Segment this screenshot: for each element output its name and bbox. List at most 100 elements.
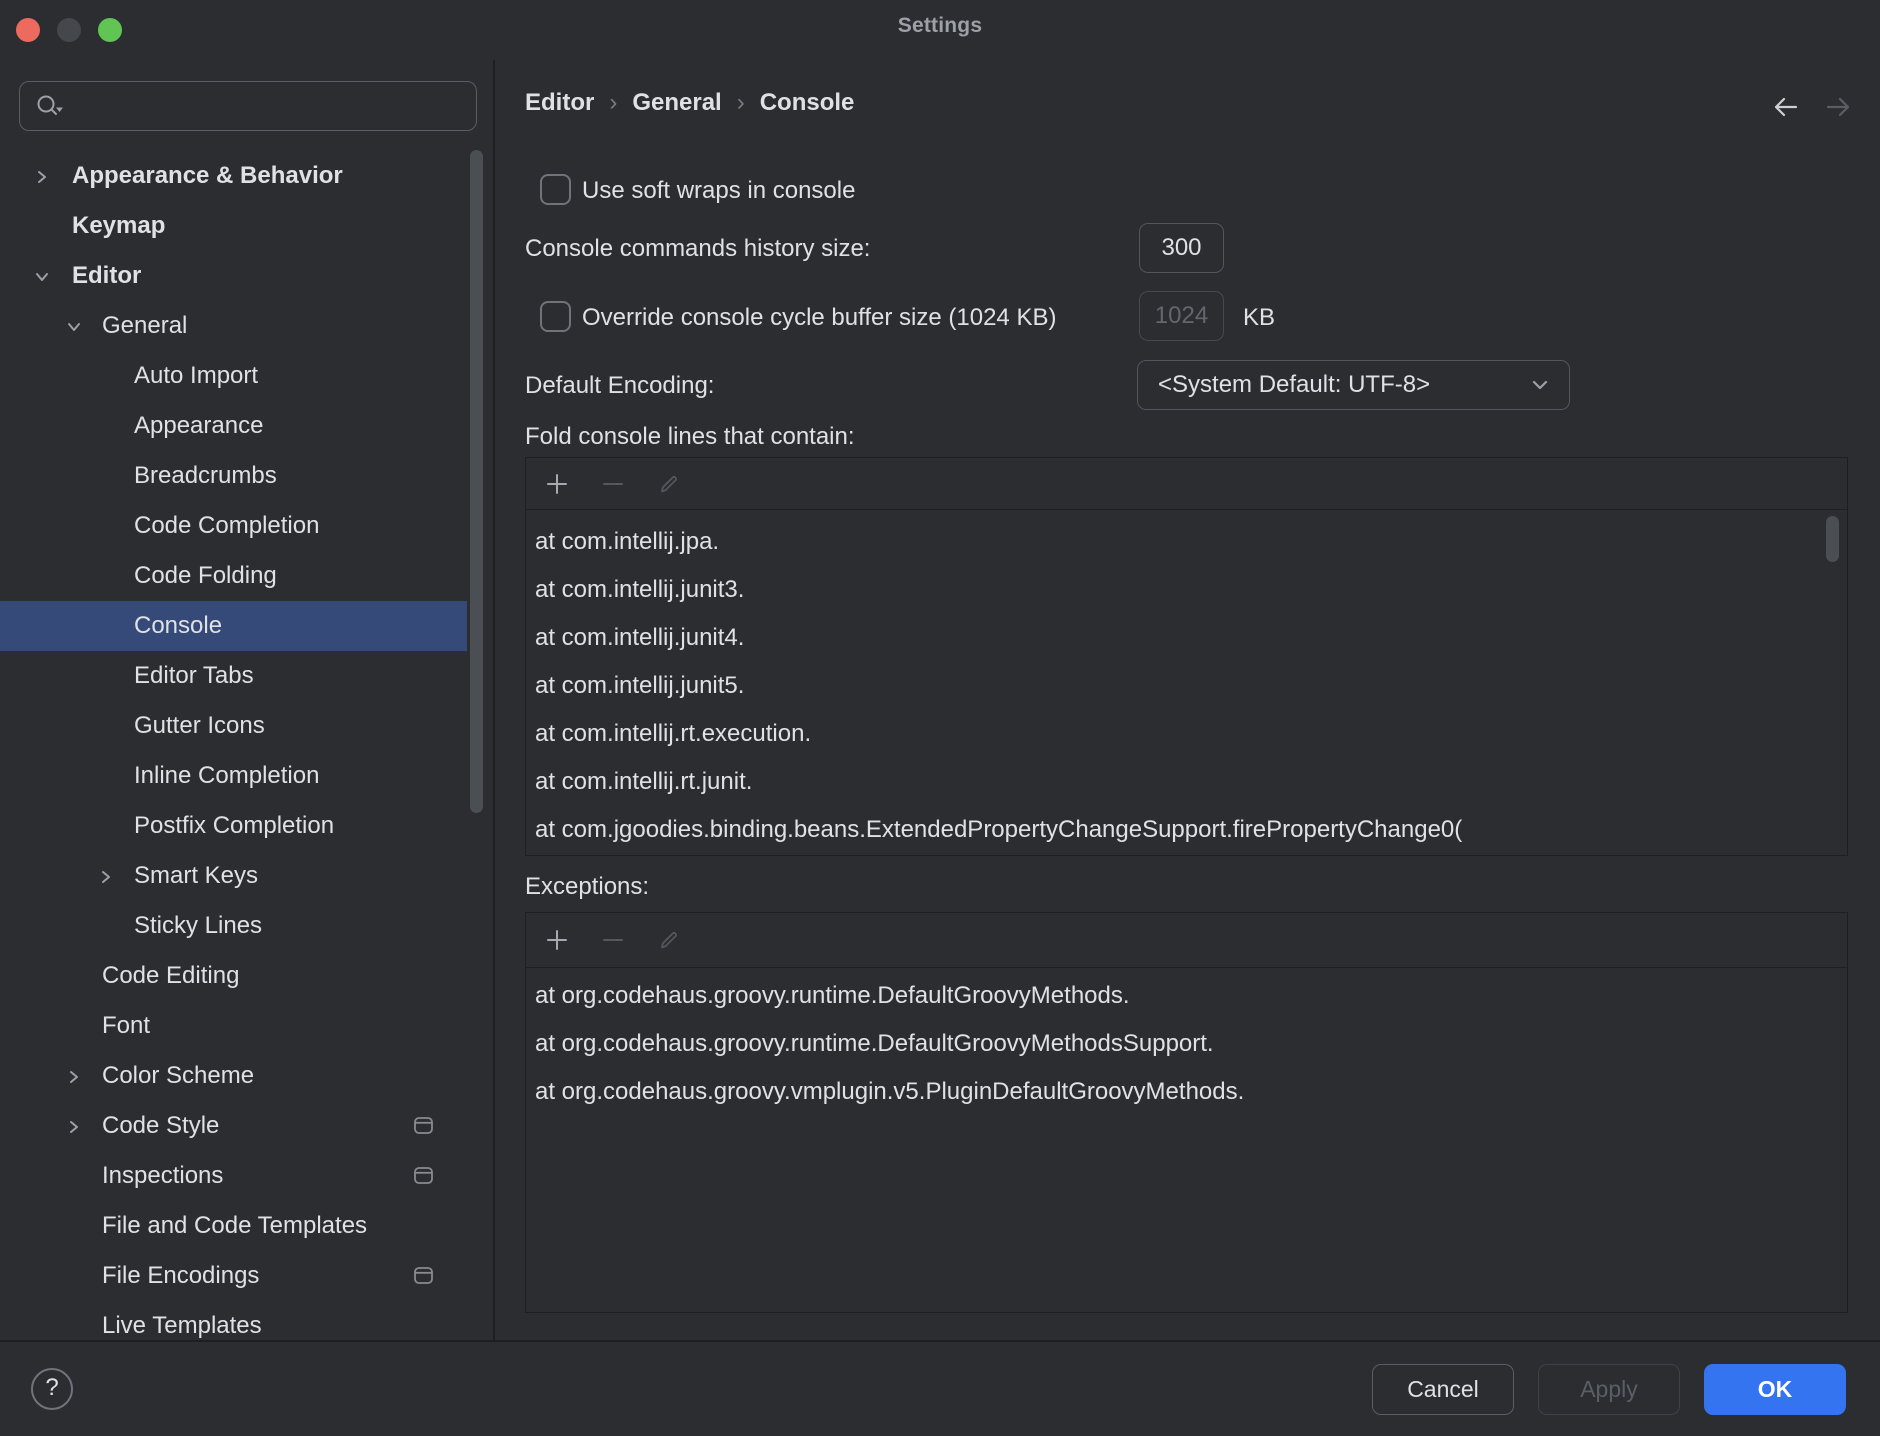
sidebar-item-label: Breadcrumbs	[134, 462, 277, 490]
add-button[interactable]	[542, 925, 572, 955]
exceptions-listbox: at org.codehaus.groovy.runtime.DefaultGr…	[525, 912, 1848, 1313]
list-item[interactable]: at com.intellij.junit3.	[535, 566, 1847, 614]
sidebar-item-label: Code Completion	[134, 512, 319, 540]
breadcrumb-console: Console	[760, 89, 855, 117]
breadcrumb-separator: ›	[609, 89, 617, 117]
sidebar-item-file-encodings[interactable]: File Encodings	[0, 1251, 467, 1301]
list-item[interactable]: at com.intellij.rt.execution.	[535, 710, 1847, 758]
sidebar-item-label: Code Editing	[102, 962, 239, 990]
sidebar-item-label: Font	[102, 1012, 150, 1040]
add-button[interactable]	[542, 469, 572, 499]
sidebar-item-label: File and Code Templates	[102, 1212, 367, 1240]
ok-button[interactable]: OK	[1704, 1364, 1846, 1415]
sidebar-item-postfix-completion[interactable]: Postfix Completion	[0, 801, 467, 851]
search-input[interactable]	[76, 92, 476, 120]
breadcrumb: Editor › General › Console	[525, 89, 854, 117]
history-size-input[interactable]	[1139, 223, 1224, 273]
sidebar-item-label: Sticky Lines	[134, 912, 262, 940]
sidebar-item-label: Inspections	[102, 1162, 223, 1190]
fold-lines-toolbar	[526, 458, 1847, 510]
sidebar-item-code-style[interactable]: Code Style	[0, 1101, 467, 1151]
exceptions-toolbar	[526, 913, 1847, 968]
sidebar-item-label: Postfix Completion	[134, 812, 334, 840]
sidebar-item-label: Code Folding	[134, 562, 277, 590]
sidebar-item-breadcrumbs[interactable]: Breadcrumbs	[0, 451, 467, 501]
sidebar-item-keymap[interactable]: Keymap	[0, 201, 467, 251]
chevron-right-icon[interactable]	[32, 166, 52, 186]
list-item[interactable]: at org.codehaus.groovy.runtime.DefaultGr…	[535, 972, 1847, 1020]
sidebar-item-general[interactable]: General	[0, 301, 467, 351]
sidebar-item-console[interactable]: Console	[0, 601, 467, 651]
sidebar-item-code-completion[interactable]: Code Completion	[0, 501, 467, 551]
buffer-size-input	[1139, 291, 1224, 341]
fold-lines-listbox: at com.intellij.jpa.at com.intellij.juni…	[525, 457, 1848, 856]
remove-button[interactable]	[598, 925, 628, 955]
sidebar-item-font[interactable]: Font	[0, 1001, 467, 1051]
sidebar-item-auto-import[interactable]: Auto Import	[0, 351, 467, 401]
remove-button[interactable]	[598, 469, 628, 499]
sidebar-item-smart-keys[interactable]: Smart Keys	[0, 851, 467, 901]
sidebar-item-color-scheme[interactable]: Color Scheme	[0, 1051, 467, 1101]
sidebar-scrollbar[interactable]	[470, 150, 483, 813]
breadcrumb-general[interactable]: General	[632, 89, 721, 117]
sidebar-item-sticky-lines[interactable]: Sticky Lines	[0, 901, 467, 951]
window-icon	[414, 1167, 433, 1184]
breadcrumb-separator: ›	[737, 89, 745, 117]
settings-search-box[interactable]	[19, 81, 477, 131]
history-size-label: Console commands history size:	[525, 233, 870, 264]
sidebar-item-appearance[interactable]: Appearance	[0, 401, 467, 451]
sidebar-item-label: Gutter Icons	[134, 712, 265, 740]
window-title: Settings	[0, 14, 1880, 38]
back-arrow-icon[interactable]	[1770, 94, 1800, 120]
list-item[interactable]: at com.intellij.junit5.	[535, 662, 1847, 710]
default-encoding-label: Default Encoding:	[525, 370, 714, 401]
settings-tree: Appearance & Behavior Keymap EditorGeneral…	[0, 151, 467, 1340]
fold-list-scrollbar[interactable]	[1826, 516, 1839, 562]
list-item[interactable]: at com.intellij.jpa.	[535, 518, 1847, 566]
sidebar-item-inline-completion[interactable]: Inline Completion	[0, 751, 467, 801]
list-item[interactable]: at org.codehaus.groovy.runtime.DefaultGr…	[535, 1020, 1847, 1068]
sidebar-item-label: Keymap	[72, 212, 165, 240]
sidebar-item-inspections[interactable]: Inspections	[0, 1151, 467, 1201]
sidebar-item-live-templates[interactable]: Live Templates	[0, 1301, 467, 1340]
sidebar-item-code-folding[interactable]: Code Folding	[0, 551, 467, 601]
chevron-right-icon[interactable]	[64, 1116, 84, 1136]
sidebar-item-editor[interactable]: Editor	[0, 251, 467, 301]
forward-arrow-icon[interactable]	[1824, 94, 1854, 120]
sidebar-item-label: Smart Keys	[134, 862, 258, 890]
sidebar-item-file-and-code-templates[interactable]: File and Code Templates	[0, 1201, 467, 1251]
help-button[interactable]: ?	[31, 1368, 73, 1410]
history-nav	[1770, 94, 1854, 120]
override-buffer-checkbox[interactable]	[540, 301, 571, 332]
window-icon	[414, 1117, 433, 1134]
question-mark-icon: ?	[45, 1374, 58, 1402]
sidebar-item-label: Live Templates	[102, 1312, 262, 1340]
chevron-down-icon	[1527, 372, 1553, 398]
chevron-down-icon[interactable]	[32, 266, 52, 286]
edit-button[interactable]	[654, 925, 684, 955]
sidebar-item-code-editing[interactable]: Code Editing	[0, 951, 467, 1001]
chevron-right-icon[interactable]	[96, 866, 116, 886]
buffer-unit-label: KB	[1243, 302, 1275, 333]
cancel-button[interactable]: Cancel	[1372, 1364, 1514, 1415]
sidebar-item-editor-tabs[interactable]: Editor Tabs	[0, 651, 467, 701]
chevron-down-icon[interactable]	[64, 316, 84, 336]
search-icon	[34, 92, 66, 120]
list-item[interactable]: at org.codehaus.groovy.vmplugin.v5.Plugi…	[535, 1068, 1847, 1116]
breadcrumb-editor[interactable]: Editor	[525, 89, 594, 117]
sidebar-item-label: Auto Import	[134, 362, 258, 390]
fold-lines-label: Fold console lines that contain:	[525, 421, 855, 452]
list-item[interactable]: at com.jgoodies.binding.beans.ExtendedPr…	[535, 806, 1847, 854]
exceptions-label: Exceptions:	[525, 871, 649, 902]
chevron-right-icon[interactable]	[64, 1066, 84, 1086]
soft-wraps-label: Use soft wraps in console	[582, 175, 855, 206]
list-item[interactable]: at com.intellij.junit4.	[535, 614, 1847, 662]
sidebar-item-label: Appearance	[134, 412, 263, 440]
list-item[interactable]: at com.intellij.rt.junit.	[535, 758, 1847, 806]
sidebar-item-appearance-behavior[interactable]: Appearance & Behavior	[0, 151, 467, 201]
default-encoding-select[interactable]: <System Default: UTF-8>	[1137, 360, 1570, 410]
soft-wraps-checkbox[interactable]	[540, 174, 571, 205]
apply-button: Apply	[1538, 1364, 1680, 1415]
sidebar-item-gutter-icons[interactable]: Gutter Icons	[0, 701, 467, 751]
edit-button[interactable]	[654, 469, 684, 499]
